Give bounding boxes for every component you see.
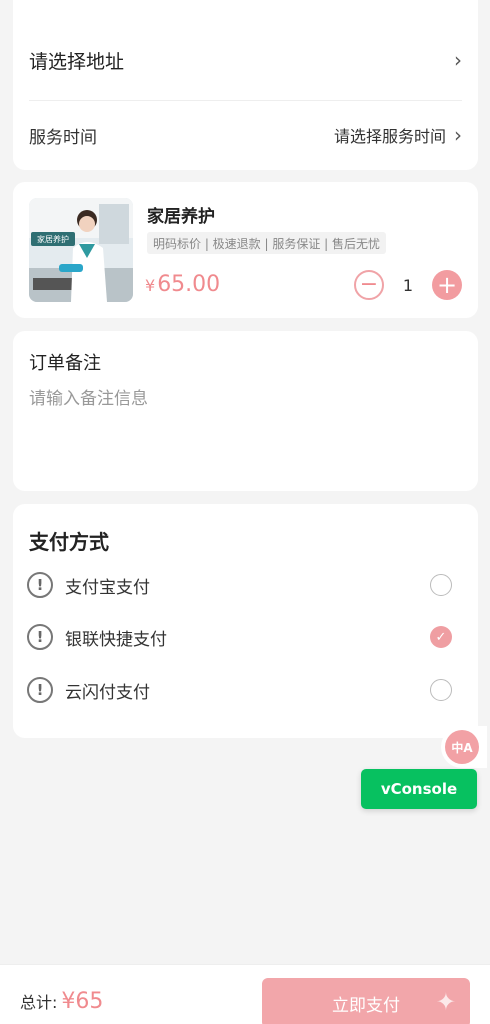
- service-time-value: 请选择服务时间: [333, 127, 446, 146]
- product-price: ¥65.00: [145, 272, 220, 297]
- address-card: 请选择地址 › 服务时间 请选择服务时间 ›: [13, 0, 478, 170]
- product-title: 家居养护: [147, 207, 215, 227]
- decrement-button[interactable]: −: [354, 270, 384, 300]
- product-image: 家居养护: [29, 198, 133, 302]
- sparkle-icon: ✦: [435, 988, 456, 1016]
- total-label: 总计:: [20, 993, 58, 1012]
- payment-option-alipay[interactable]: ! 支付宝支付: [27, 570, 452, 600]
- bottom-bar: 总计: ¥65 立即支付 ✦: [0, 964, 490, 1024]
- payment-option-quickpass[interactable]: ! 云闪付支付: [27, 675, 452, 705]
- alert-circle-icon: !: [27, 677, 53, 703]
- payment-option-unionpay[interactable]: ! 银联快捷支付 ✓: [27, 622, 452, 652]
- minus-icon: −: [359, 272, 379, 297]
- translate-icon: 中A: [445, 730, 479, 764]
- thumb-caption: 家居养护: [37, 234, 69, 244]
- pay-now-label: 立即支付: [332, 995, 400, 1016]
- order-total: 总计: ¥65: [20, 989, 103, 1014]
- vconsole-button[interactable]: vConsole: [361, 769, 477, 809]
- remark-input[interactable]: [29, 389, 449, 409]
- service-time-label: 服务时间: [29, 127, 97, 148]
- payment-option-label: 支付宝支付: [65, 577, 150, 598]
- currency-symbol: ¥: [145, 276, 156, 295]
- payment-title: 支付方式: [29, 530, 109, 554]
- pay-now-button[interactable]: 立即支付 ✦: [262, 978, 470, 1024]
- chevron-right-icon: ›: [454, 48, 462, 72]
- plus-icon: +: [436, 271, 458, 299]
- alert-circle-icon: !: [27, 572, 53, 598]
- address-selector[interactable]: 请选择地址 ›: [29, 38, 462, 82]
- payment-card: 支付方式 ! 支付宝支付 ! 银联快捷支付 ✓ ! 云闪付支付: [13, 504, 478, 738]
- product-card: 家居养护 家居养护 明码标价 | 极速退款 | 服务保证 | 售后无忧 ¥65.…: [13, 182, 478, 318]
- quantity-value: 1: [402, 275, 414, 295]
- remark-card: 订单备注: [13, 331, 478, 491]
- price-value: 65.00: [157, 272, 221, 297]
- divider: [29, 100, 462, 101]
- product-tags: 明码标价 | 极速退款 | 服务保证 | 售后无忧: [147, 232, 387, 254]
- chevron-right-icon: ›: [454, 123, 462, 147]
- remark-title: 订单备注: [29, 353, 101, 374]
- service-time-selector[interactable]: 服务时间 请选择服务时间 ›: [29, 116, 462, 154]
- radio-button[interactable]: [430, 574, 452, 596]
- total-amount: ¥65: [61, 989, 104, 1014]
- quantity-stepper: − 1 +: [354, 270, 462, 300]
- payment-option-label: 银联快捷支付: [65, 629, 167, 650]
- check-icon: ✓: [435, 629, 447, 645]
- payment-option-label: 云闪付支付: [65, 682, 150, 703]
- translate-button[interactable]: 中A: [441, 726, 487, 768]
- radio-button[interactable]: [430, 679, 452, 701]
- address-label: 请选择地址: [29, 50, 125, 73]
- radio-button-checked[interactable]: ✓: [430, 626, 452, 648]
- alert-circle-icon: !: [27, 624, 53, 650]
- increment-button[interactable]: +: [432, 270, 462, 300]
